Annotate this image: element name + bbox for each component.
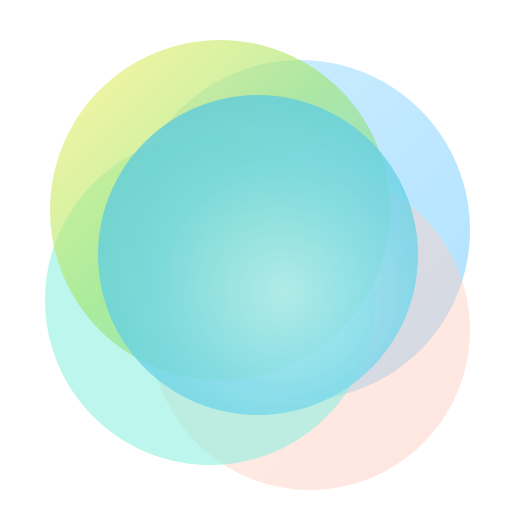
overlapping-circles-logo [45, 40, 470, 490]
center-cyan-circle [98, 95, 418, 415]
icon-canvas [0, 0, 512, 512]
